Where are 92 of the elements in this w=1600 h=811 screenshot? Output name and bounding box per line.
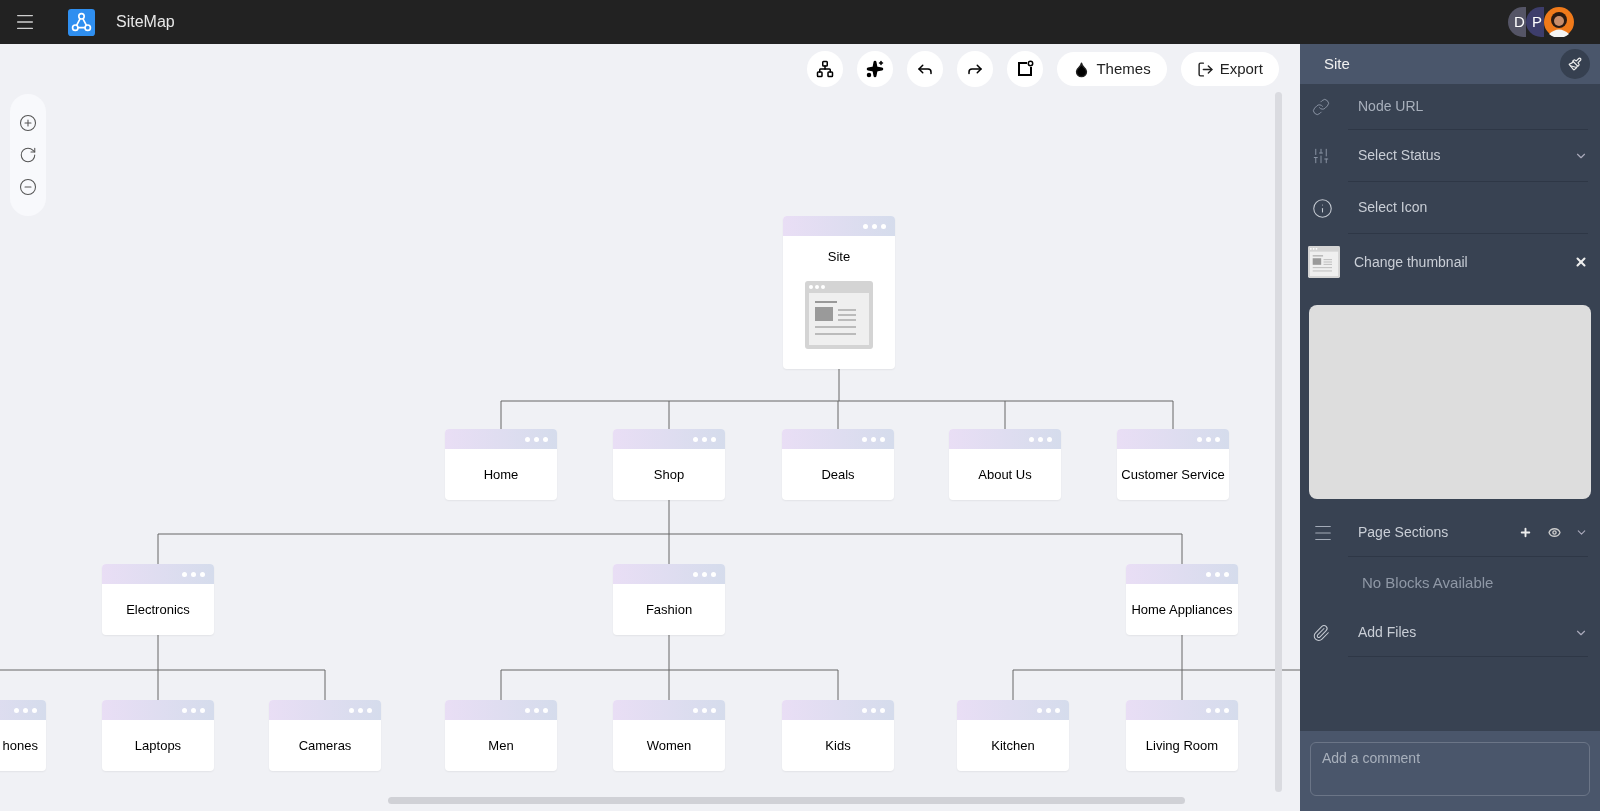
eye-icon[interactable]	[1548, 526, 1561, 539]
page-thumbnail-icon	[805, 280, 873, 349]
node-label: Laptops	[134, 736, 182, 755]
reset-icon[interactable]	[19, 146, 37, 164]
more-icon[interactable]	[1029, 436, 1052, 442]
page-node[interactable]: Deals	[782, 429, 894, 500]
add-icon[interactable]	[1519, 526, 1532, 539]
logo-icon[interactable]	[68, 8, 95, 36]
tree-layout-button[interactable]	[807, 51, 844, 87]
paint-button[interactable]	[1560, 49, 1590, 79]
more-icon[interactable]	[349, 707, 372, 713]
comment-field[interactable]: Add a comment	[1310, 742, 1590, 796]
page-node[interactable]: Living Room	[1126, 700, 1238, 771]
thumbnail-icon	[1308, 246, 1340, 278]
note-icon	[1016, 60, 1035, 78]
app-title: SiteMap	[116, 12, 175, 32]
more-icon[interactable]	[693, 571, 716, 577]
undo-button[interactable]	[907, 51, 944, 87]
vertical-scrollbar[interactable]	[1275, 92, 1282, 792]
sparkle-icon	[866, 60, 885, 78]
themes-button[interactable]: Themes	[1057, 52, 1167, 86]
node-label: Kitchen	[991, 736, 1035, 755]
panel-title: Site	[1324, 53, 1350, 74]
add-files-button[interactable]: Add Files	[1358, 622, 1588, 643]
node-label: Home Appliances	[1131, 600, 1233, 619]
node-label: Shop	[653, 465, 685, 484]
node-label: Fashion	[645, 600, 693, 619]
page-node[interactable]: Shop	[613, 429, 725, 500]
more-icon[interactable]	[1206, 707, 1229, 713]
info-icon	[1312, 197, 1333, 219]
node-label: Site	[827, 248, 851, 266]
page-node[interactable]: Laptops	[102, 700, 214, 771]
sliders-icon	[1312, 147, 1330, 165]
page-node[interactable]: Customer Service	[1117, 429, 1229, 500]
node-label: Men	[488, 736, 514, 755]
node-label: About Us	[978, 465, 1032, 484]
more-icon[interactable]	[182, 707, 205, 713]
tree-icon	[816, 60, 835, 78]
page-node[interactable]: Men	[445, 700, 557, 771]
more-icon[interactable]	[14, 707, 37, 713]
node-label: Customer Service	[1121, 465, 1225, 484]
horizontal-scrollbar[interactable]	[388, 797, 1185, 804]
node-label: Cameras	[298, 736, 352, 755]
page-node[interactable]: Home Appliances	[1126, 564, 1238, 635]
more-icon[interactable]	[862, 436, 885, 442]
more-icon[interactable]	[1197, 436, 1220, 442]
icon-select[interactable]: Select Icon	[1358, 197, 1428, 218]
link-icon	[1312, 98, 1330, 116]
more-icon[interactable]	[693, 707, 716, 713]
node-label: Home	[483, 465, 519, 484]
more-icon[interactable]	[862, 707, 885, 713]
brush-icon	[1568, 57, 1582, 71]
node-label: hones	[2, 736, 38, 755]
node-label: Women	[646, 736, 692, 755]
export-icon	[1196, 60, 1214, 78]
user-avatar[interactable]: D	[1508, 7, 1526, 37]
page-node[interactable]: Fashion	[613, 564, 725, 635]
more-icon[interactable]	[1206, 571, 1229, 577]
page-node[interactable]: About Us	[949, 429, 1061, 500]
redo-button[interactable]	[957, 51, 994, 87]
page-node[interactable]: Kids	[782, 700, 894, 771]
page-sections-label: Page Sections	[1358, 523, 1449, 542]
more-icon[interactable]	[525, 707, 548, 713]
page-node[interactable]: Women	[613, 700, 725, 771]
close-icon[interactable]	[1574, 255, 1588, 269]
more-icon[interactable]	[693, 436, 716, 442]
more-icon[interactable]	[1037, 707, 1060, 713]
page-node[interactable]: Home	[445, 429, 557, 500]
change-thumbnail-button[interactable]: Change thumbnail	[1354, 251, 1468, 273]
node-url-field[interactable]: Node URL	[1358, 96, 1588, 117]
sparkle-button[interactable]	[857, 51, 894, 87]
page-node[interactable]: Cameras	[269, 700, 381, 771]
paperclip-icon	[1312, 624, 1330, 642]
more-icon[interactable]	[182, 571, 205, 577]
page-node[interactable]: Kitchen	[957, 700, 1069, 771]
more-icon[interactable]	[863, 223, 886, 229]
export-button[interactable]: Export	[1180, 52, 1279, 86]
page-node[interactable]: Electronics	[102, 564, 214, 635]
user-avatar[interactable]: P	[1526, 7, 1544, 37]
node-label: Electronics	[126, 600, 190, 619]
node-label: Kids	[825, 736, 851, 755]
node-label: Deals	[821, 465, 855, 484]
user-avatar[interactable]	[1544, 7, 1574, 37]
status-select[interactable]: Select Status	[1358, 145, 1588, 166]
zoom-out-icon[interactable]	[19, 178, 37, 196]
page-node[interactable]: hones	[0, 700, 46, 771]
note-button[interactable]	[1007, 51, 1044, 87]
page-node[interactable]: Site	[783, 216, 895, 369]
empty-blocks-text: No Blocks Available	[1362, 572, 1494, 593]
zoom-in-icon[interactable]	[19, 114, 37, 132]
node-label: Living Room	[1145, 736, 1219, 755]
more-icon[interactable]	[525, 436, 548, 442]
